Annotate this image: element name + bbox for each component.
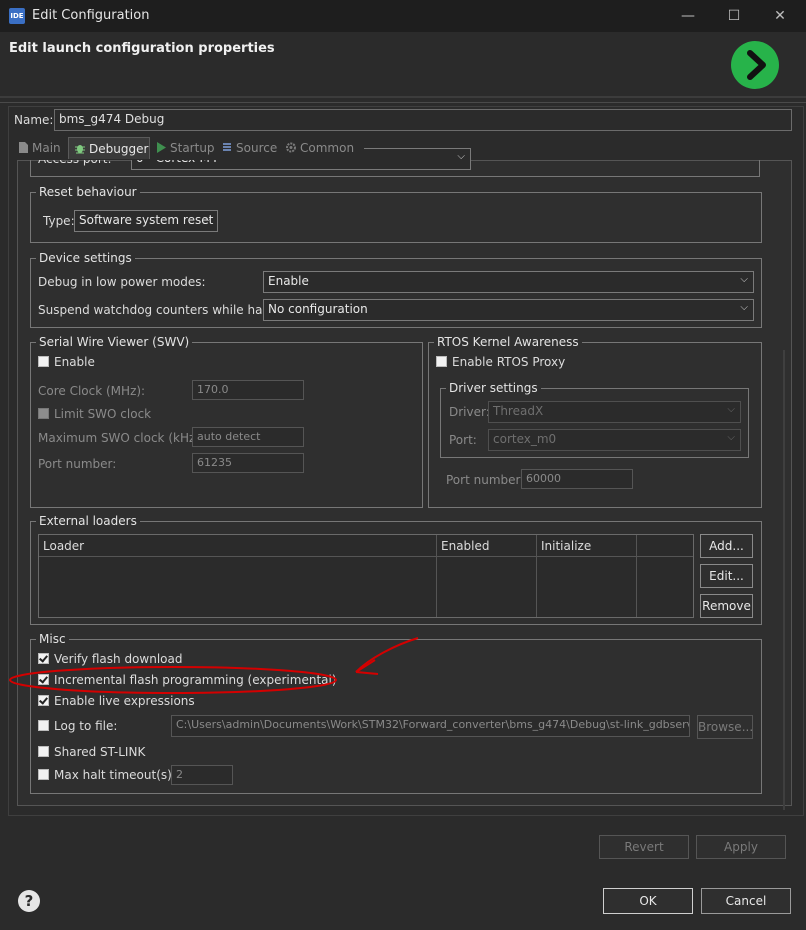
rtos-enable-label: Enable RTOS Proxy — [452, 355, 566, 369]
minimize-button[interactable]: — — [668, 4, 708, 28]
chevron-down-icon: ⌵ — [740, 302, 748, 313]
rtos-legend: RTOS Kernel Awareness — [434, 335, 582, 349]
name-input[interactable]: bms_g474 Debug — [54, 109, 792, 131]
add-loader-button[interactable]: Add... — [700, 534, 753, 558]
swv-port-input[interactable]: 61235 — [192, 453, 304, 473]
low-power-label: Debug in low power modes: — [38, 275, 206, 289]
close-button[interactable]: ✕ — [760, 4, 800, 28]
document-icon — [19, 142, 28, 153]
watchdog-value: No configuration — [268, 302, 368, 316]
driver-settings-legend: Driver settings — [446, 381, 541, 395]
limit-swo-checkbox[interactable] — [38, 408, 49, 419]
log-to-file-label: Log to file: — [54, 719, 118, 733]
ide-app-icon: IDE — [9, 8, 25, 24]
core-clock-label: Core Clock (MHz): — [38, 384, 146, 398]
tab-main-label: Main — [32, 141, 61, 155]
remove-loader-button[interactable]: Remove — [700, 594, 753, 618]
col-initialize[interactable]: Initialize — [537, 535, 637, 557]
loaders-table-header: Loader Enabled Initialize — [39, 535, 693, 557]
reset-type-select[interactable]: Software system reset ⌵ — [74, 210, 218, 232]
chevron-down-icon: ⌵ — [204, 213, 212, 224]
tab-startup-label: Startup — [170, 141, 215, 155]
tab-source-label: Source — [236, 141, 278, 155]
log-to-file-checkbox[interactable] — [38, 720, 49, 731]
header-divider-line — [0, 102, 806, 103]
cancel-button[interactable]: Cancel — [701, 888, 791, 914]
low-power-select[interactable]: Enable ⌵ — [263, 271, 754, 293]
header-title: Edit launch configuration properties — [9, 41, 275, 56]
rtos-port-select[interactable]: cortex_m0 ⌵ — [488, 429, 741, 451]
tab-debugger[interactable]: Debugger — [68, 137, 150, 159]
play-icon — [157, 142, 166, 153]
swv-legend: Serial Wire Viewer (SWV) — [36, 335, 193, 349]
rtos-enable-checkbox[interactable] — [436, 356, 447, 367]
col-enabled[interactable]: Enabled — [437, 535, 537, 557]
rtos-port-number-input[interactable]: 60000 — [521, 469, 633, 489]
driver-select[interactable]: ThreadX ⌵ — [488, 401, 741, 423]
name-label: Name: — [14, 113, 54, 127]
revert-button[interactable]: Revert — [599, 835, 689, 859]
driver-label: Driver: — [449, 405, 490, 419]
device-settings-legend: Device settings — [36, 251, 135, 265]
maximize-button[interactable]: ☐ — [714, 4, 754, 28]
chevron-down-icon: ⌵ — [740, 274, 748, 285]
vertical-scrollbar[interactable] — [783, 350, 785, 810]
column-divider — [636, 557, 637, 617]
watchdog-label: Suspend watchdog counters while halted: — [38, 303, 290, 317]
swv-enable-checkbox[interactable] — [38, 356, 49, 367]
reset-type-value: Software system reset — [79, 213, 214, 227]
chevron-down-icon: ⌵ — [457, 151, 465, 162]
tab-common[interactable]: Common — [286, 137, 362, 159]
max-halt-input[interactable]: 2 — [171, 765, 233, 785]
column-divider — [436, 557, 437, 617]
shared-stlink-checkbox[interactable] — [38, 746, 49, 757]
reset-type-label: Type: — [43, 214, 75, 228]
loaders-table[interactable]: Loader Enabled Initialize — [38, 534, 694, 618]
apply-button[interactable]: Apply — [696, 835, 786, 859]
driver-value: ThreadX — [493, 404, 544, 418]
watchdog-select[interactable]: No configuration ⌵ — [263, 299, 754, 321]
window-title: Edit Configuration — [32, 8, 150, 23]
red-annotation-marker — [9, 637, 419, 694]
help-icon[interactable]: ? — [18, 890, 40, 912]
limit-swo-label: Limit SWO clock — [54, 407, 152, 421]
rtos-port-label: Port: — [449, 433, 477, 447]
max-swo-label: Maximum SWO clock (kHz): — [38, 431, 204, 445]
chevron-down-icon: ⌵ — [727, 404, 735, 415]
source-icon — [223, 143, 231, 151]
swv-port-label: Port number: — [38, 457, 117, 471]
ok-button[interactable]: OK — [603, 888, 693, 914]
tab-source[interactable]: Source — [222, 137, 284, 159]
gear-icon — [286, 142, 296, 153]
edit-loader-button[interactable]: Edit... — [700, 564, 753, 588]
max-swo-input[interactable]: auto detect — [192, 427, 304, 447]
core-clock-input[interactable]: 170.0 — [192, 380, 304, 400]
browse-button[interactable]: Browse... — [697, 715, 753, 739]
log-file-path-input[interactable]: C:\Users\admin\Documents\Work\STM32\Forw… — [171, 715, 690, 737]
tab-main[interactable]: Main — [18, 137, 68, 159]
external-loaders-legend: External loaders — [36, 514, 140, 528]
rtos-port-number-label: Port number: — [446, 473, 525, 487]
column-divider — [536, 557, 537, 617]
reset-legend: Reset behaviour — [36, 185, 140, 199]
chevron-down-icon: ⌵ — [727, 432, 735, 443]
max-halt-label: Max halt timeout(s): — [54, 768, 176, 782]
col-loader[interactable]: Loader — [39, 535, 437, 557]
tab-common-label: Common — [300, 141, 355, 155]
swv-enable-label: Enable — [54, 355, 95, 369]
rtos-port-value: cortex_m0 — [493, 432, 557, 446]
launch-arrow-icon — [731, 41, 779, 89]
header-divider — [0, 96, 806, 98]
tab-debugger-label: Debugger — [89, 142, 149, 156]
bug-icon — [75, 145, 85, 154]
low-power-value: Enable — [268, 274, 309, 288]
shared-stlink-label: Shared ST-LINK — [54, 745, 146, 759]
tab-startup[interactable]: Startup — [156, 137, 218, 159]
max-halt-checkbox[interactable] — [38, 769, 49, 780]
